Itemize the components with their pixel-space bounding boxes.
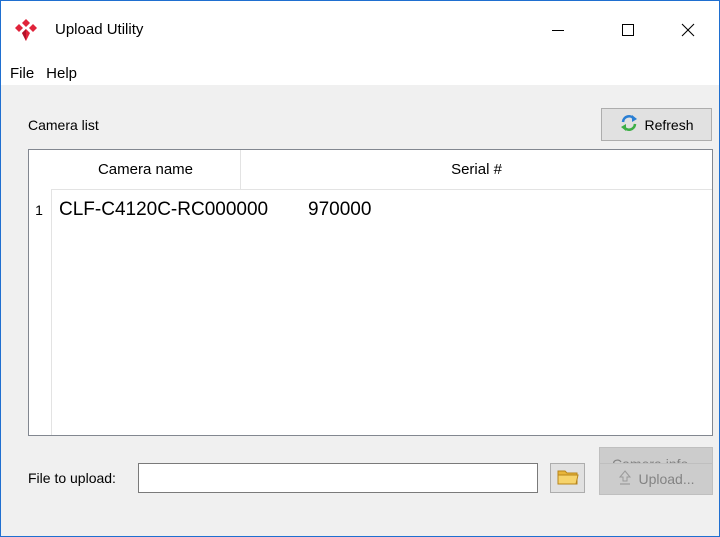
upload-utility-window: Upload Utility File Help Camera list Ref… bbox=[0, 0, 720, 537]
cell-camera-name[interactable]: CLF-C4120C-RC000000 bbox=[59, 199, 268, 221]
close-icon bbox=[680, 22, 696, 43]
menu-help[interactable]: Help bbox=[42, 65, 85, 82]
minimize-button[interactable] bbox=[527, 1, 589, 63]
upload-button[interactable]: Upload... bbox=[599, 463, 713, 495]
maximize-button[interactable] bbox=[597, 1, 659, 63]
refresh-button[interactable]: Refresh bbox=[601, 108, 712, 141]
file-path-input[interactable] bbox=[138, 463, 538, 493]
maximize-icon bbox=[620, 22, 636, 43]
cell-serial[interactable]: 970000 bbox=[308, 199, 371, 221]
window-title: Upload Utility bbox=[55, 21, 144, 38]
column-header-camera-name[interactable]: Camera name bbox=[51, 150, 241, 190]
menu-bar: File Help bbox=[1, 63, 719, 85]
row-number: 1 bbox=[35, 202, 43, 218]
row-header-column bbox=[29, 190, 52, 435]
table-corner bbox=[29, 150, 51, 190]
app-logo-icon bbox=[13, 17, 39, 43]
minimize-icon bbox=[550, 22, 566, 43]
camera-list-label: Camera list bbox=[28, 117, 99, 133]
refresh-icon bbox=[619, 113, 644, 136]
refresh-button-label: Refresh bbox=[644, 116, 694, 133]
browse-button[interactable] bbox=[550, 463, 585, 493]
file-to-upload-label: File to upload: bbox=[28, 470, 116, 486]
upload-button-label: Upload... bbox=[638, 471, 695, 487]
close-button[interactable] bbox=[657, 1, 719, 63]
title-bar[interactable]: Upload Utility bbox=[1, 1, 719, 63]
camera-table[interactable]: Camera name Serial # 1 CLF-C4120C-RC0000… bbox=[28, 149, 713, 436]
column-header-serial[interactable]: Serial # bbox=[241, 150, 712, 190]
folder-icon bbox=[557, 468, 579, 489]
upload-icon bbox=[617, 469, 638, 489]
menu-file[interactable]: File bbox=[1, 65, 42, 82]
